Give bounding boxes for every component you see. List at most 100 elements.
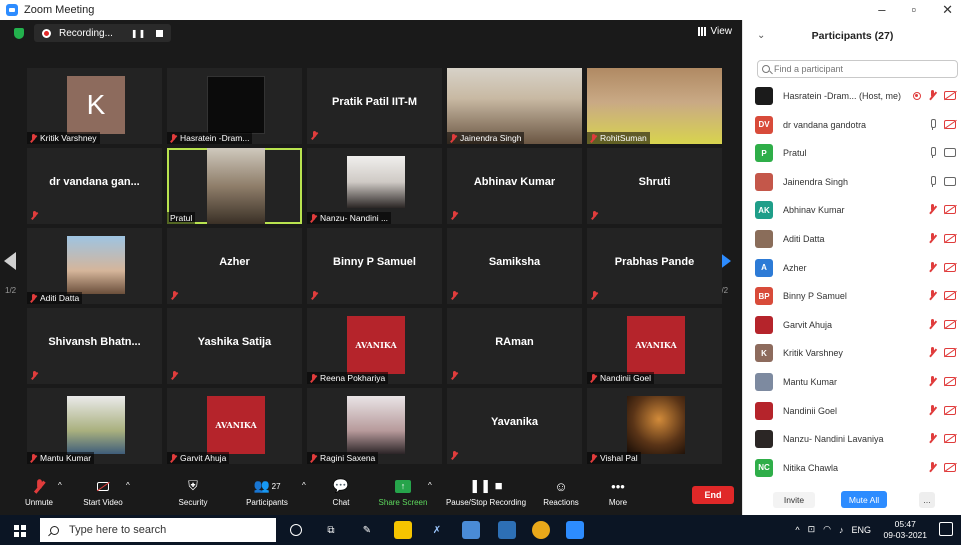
participant-row[interactable]: Mantu Kumar	[755, 372, 960, 392]
video-tile[interactable]: Pratik Patil IIT-M	[307, 68, 442, 144]
muted-mic-icon[interactable]	[928, 318, 937, 330]
stop-recording-icon[interactable]	[156, 29, 164, 37]
video-tile[interactable]: K Kritik Varshney	[27, 68, 162, 144]
video-off-icon[interactable]	[944, 91, 956, 100]
participant-search[interactable]	[757, 60, 958, 78]
video-off-icon[interactable]	[944, 262, 956, 272]
video-tile[interactable]: Vishal Pal	[587, 388, 722, 464]
maximize-button[interactable]: ▫	[911, 2, 916, 18]
video-off-icon[interactable]	[944, 405, 956, 415]
video-tile[interactable]: Ragini Saxena	[307, 388, 442, 464]
video-tile[interactable]: AVANIKA Garvit Ahuja	[167, 388, 302, 464]
mic-icon[interactable]	[928, 147, 937, 159]
muted-mic-icon[interactable]	[928, 347, 937, 358]
video-tile[interactable]: Prabhas Pande	[587, 228, 722, 304]
photos-icon[interactable]	[462, 521, 480, 539]
muted-mic-icon[interactable]	[928, 233, 937, 244]
minimize-button[interactable]: –	[878, 2, 885, 18]
video-tile[interactable]: Shivansh Bhatn...	[27, 308, 162, 384]
app-icon[interactable]: ✎	[358, 521, 376, 539]
video-tile[interactable]: Nanzu- Nandini ...	[307, 148, 442, 224]
chrome-icon[interactable]	[532, 521, 550, 539]
participant-row[interactable]: Nanzu- Nandini Lavaniya	[755, 429, 960, 449]
security-shield-icon[interactable]	[14, 27, 24, 39]
video-off-icon[interactable]	[944, 205, 956, 215]
language-indicator[interactable]: ENG	[851, 525, 871, 535]
muted-mic-icon[interactable]	[928, 461, 937, 473]
video-tile[interactable]: AVANIKA Nandinii Goel	[587, 308, 722, 384]
volume-icon[interactable]: ♪	[839, 525, 844, 535]
video-off-icon[interactable]	[944, 234, 956, 243]
muted-mic-icon[interactable]	[928, 433, 937, 444]
participant-row[interactable]: AK Abhinav Kumar	[755, 200, 960, 220]
muted-mic-icon[interactable]	[928, 261, 937, 273]
video-off-icon[interactable]	[944, 377, 956, 386]
close-button[interactable]: ✕	[942, 2, 953, 18]
video-tile[interactable]: Mantu Kumar	[27, 388, 162, 464]
video-icon[interactable]	[944, 176, 956, 186]
video-off-icon[interactable]	[944, 462, 956, 472]
video-options-caret-icon[interactable]: ^	[126, 481, 130, 490]
video-tile[interactable]: Aditi Datta	[27, 228, 162, 304]
video-tile[interactable]: Hasratein -Dram...	[167, 68, 302, 144]
participant-row[interactable]: BP Binny P Samuel	[755, 286, 960, 306]
mic-icon[interactable]	[928, 118, 937, 130]
windows-start-icon[interactable]	[14, 525, 26, 537]
video-tile[interactable]: dr vandana gan...	[27, 148, 162, 224]
chat-button[interactable]: 💬 Chat	[306, 477, 376, 507]
participant-row[interactable]: Aditi Datta	[755, 229, 960, 249]
maths-app-icon[interactable]: ✗	[428, 521, 446, 539]
video-tile[interactable]: RAman	[447, 308, 582, 384]
mic-icon[interactable]	[928, 175, 937, 187]
video-tile[interactable]: Jainendra Singh	[447, 68, 582, 144]
muted-mic-icon[interactable]	[928, 90, 937, 101]
muted-mic-icon[interactable]	[928, 204, 937, 215]
video-off-icon[interactable]	[944, 319, 956, 329]
video-tile[interactable]: Binny P Samuel	[307, 228, 442, 304]
video-tile[interactable]: Azher	[167, 228, 302, 304]
video-tile[interactable]: Shruti	[587, 148, 722, 224]
zoom-taskbar-icon[interactable]	[566, 521, 584, 539]
view-button[interactable]: View	[697, 26, 732, 37]
video-tile[interactable]: Samiksha	[447, 228, 582, 304]
invite-button[interactable]: Invite	[773, 492, 815, 508]
mute-all-button[interactable]: Mute All	[841, 491, 887, 508]
muted-mic-icon[interactable]	[928, 290, 937, 301]
video-off-icon[interactable]	[944, 291, 956, 301]
video-tile[interactable]: AVANIKA Reena Pokhariya	[307, 308, 442, 384]
participant-search-input[interactable]	[774, 64, 954, 74]
participant-row[interactable]: Hasratein -Dram... (Host, me)	[755, 86, 960, 106]
participant-row[interactable]: Jainendra Singh	[755, 172, 960, 192]
video-icon[interactable]	[944, 148, 956, 158]
participant-row[interactable]: NC Nitika Chawla	[755, 458, 960, 478]
participant-row[interactable]: P Pratul	[755, 143, 960, 163]
participant-row[interactable]: Garvit Ahuja	[755, 315, 960, 335]
participant-row[interactable]: A Azher	[755, 258, 960, 278]
video-tile[interactable]: Pratul	[167, 148, 302, 224]
participant-row[interactable]: K Kritik Varshney	[755, 343, 960, 363]
wifi-icon[interactable]: ◠	[823, 524, 831, 535]
system-tray[interactable]: ^ ⊡ ◠ ♪ ENG	[795, 524, 871, 535]
video-tile[interactable]: Yavanika	[447, 388, 582, 464]
video-tile[interactable]: Abhinav Kumar	[447, 148, 582, 224]
cortana-icon[interactable]	[290, 524, 302, 536]
muted-mic-icon[interactable]	[928, 404, 937, 416]
end-meeting-button[interactable]: End	[692, 486, 734, 504]
more-button[interactable]: ••• More	[583, 477, 653, 508]
participant-row[interactable]: DV dr vandana gandotra	[755, 115, 960, 135]
muted-mic-icon[interactable]	[928, 376, 937, 387]
panel-more-button[interactable]: ...	[919, 492, 935, 508]
notifications-icon[interactable]	[939, 522, 953, 536]
video-off-icon[interactable]	[944, 434, 956, 444]
video-tile[interactable]: RohitSuman	[587, 68, 722, 144]
video-off-icon[interactable]	[944, 348, 956, 358]
taskbar-clock[interactable]: 05:47 09-03-2021	[884, 519, 927, 541]
store-icon[interactable]	[498, 521, 516, 539]
participants-button[interactable]: 👥 27 Participants	[232, 477, 302, 507]
unmute-button[interactable]: Unmute	[4, 477, 74, 507]
video-tile[interactable]: Yashika Satija	[167, 308, 302, 384]
tray-chevron-icon[interactable]: ^	[795, 525, 799, 535]
participant-row[interactable]: Nandinii Goel	[755, 401, 960, 421]
pause-recording-icon[interactable]: ❚❚	[131, 29, 146, 38]
task-view-icon[interactable]: ⧉	[322, 521, 340, 539]
